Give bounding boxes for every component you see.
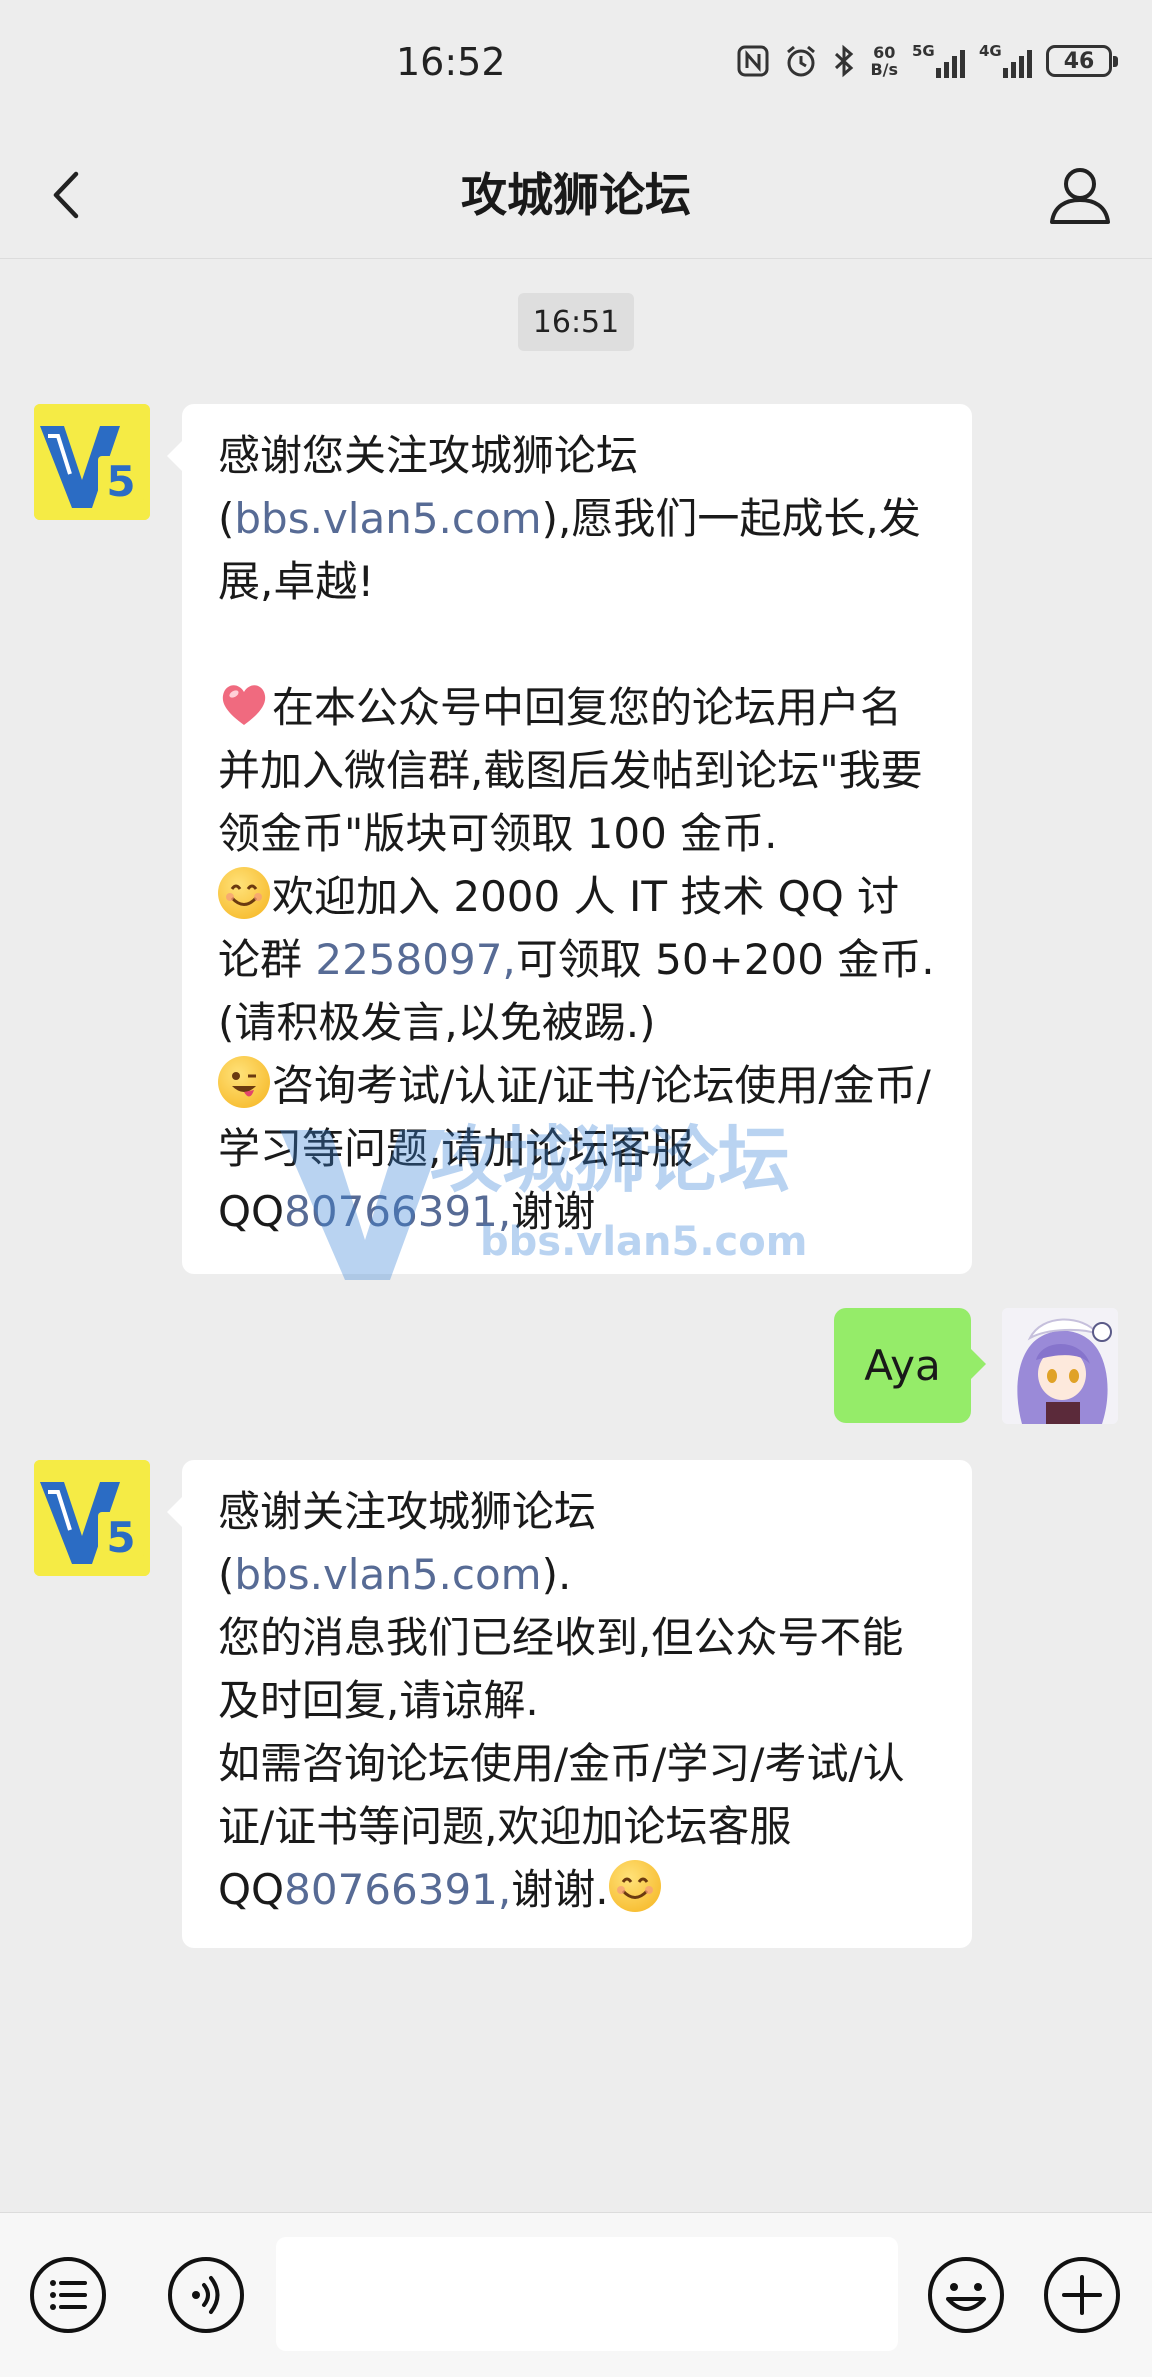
qq-group-link[interactable]: 2258097, [315,935,515,984]
voice-icon[interactable] [166,2255,246,2335]
wink-emoji-icon [218,1056,270,1108]
battery-indicator: 46 [1046,45,1118,77]
anime-girl-avatar-icon [1002,1308,1118,1424]
welcome-line-4: 咨询考试/认证/证书/论坛使用/金币/学习等问题,请加论坛客服 QQ807663… [218,1054,940,1243]
signal-4g-label: 4G [979,42,1002,60]
nav-bar: 攻城狮论坛 [0,132,1152,259]
net-speed: 60 B/s [870,44,898,78]
smile-emoji-icon [218,867,270,919]
reply-text-1b: ). [541,1550,572,1599]
signal-5g-icon: 5G [912,42,965,78]
status-bar: 16:52 60 B/s 5G 4G 46 [0,0,1152,132]
welcome-text-4b: 谢谢 [511,1187,596,1236]
reply-line-1: 感谢关注攻城狮论坛(bbs.vlan5.com). [218,1480,940,1606]
net-speed-value: 60 [873,43,896,62]
message-input[interactable] [276,2237,898,2351]
user-message-text: Aya [864,1341,941,1390]
status-time: 16:52 [396,40,506,84]
emoji-icon[interactable] [926,2255,1006,2335]
reply-text-3b: 谢谢. [511,1865,609,1914]
official-account-avatar[interactable]: 5 [34,404,150,520]
forum-link-2[interactable]: bbs.vlan5.com [234,1550,541,1599]
chat-timestamp: 16:51 [518,293,634,351]
user-message-bubble: Aya [834,1308,986,1423]
forum-link[interactable]: bbs.vlan5.com [234,494,541,543]
net-speed-unit: B/s [870,60,898,79]
nfc-icon [737,45,769,77]
welcome-line-1: 感谢您关注攻城狮论坛(bbs.vlan5.com),愿我们一起成长,发展,卓越! [218,424,940,613]
signal-4g-icon: 4G [979,42,1032,78]
svg-text:5: 5 [106,457,135,506]
heart-emoji-icon [222,685,266,725]
bottom-input-bar [0,2212,1152,2377]
status-icons: 60 B/s 5G 4G 46 [736,42,1118,78]
profile-button[interactable] [1044,158,1116,230]
plus-icon[interactable] [1042,2255,1122,2335]
signal-5g-label: 5G [912,42,935,60]
page-title: 攻城狮论坛 [461,168,691,222]
reply-line-3: 如需咨询论坛使用/金币/学习/考试/认证/证书等问题,欢迎加论坛客服 QQ807… [218,1732,940,1921]
battery-level: 46 [1063,48,1095,74]
smile-emoji-icon [608,1860,661,1912]
welcome-text-2: 在本公众号中回复您的论坛用户名并加入微信群,截图后发帖到论坛"我要领金币"版块可… [218,683,923,858]
qq-service-link[interactable]: 80766391, [284,1187,511,1236]
user-avatar[interactable] [1002,1308,1118,1424]
v5-logo-icon: 5 [34,404,150,520]
alarm-icon [787,45,816,77]
v5-logo-icon: 5 [34,1460,150,1576]
reply-line-2: 您的消息我们已经收到,但公众号不能及时回复,请谅解. [218,1613,904,1725]
qq-service-link-2[interactable]: 80766391, [284,1865,511,1914]
menu-list-icon[interactable] [28,2255,108,2335]
official-account-avatar-2[interactable]: 5 [34,1460,150,1576]
message-bubble-auto-reply: 感谢关注攻城狮论坛(bbs.vlan5.com). 您的消息我们已经收到,但公众… [167,1460,972,1948]
welcome-line-2: 在本公众号中回复您的论坛用户名并加入微信群,截图后发帖到论坛"我要领金币"版块可… [218,676,940,865]
bluetooth-icon [835,44,854,78]
svg-text:5: 5 [106,1513,135,1562]
message-bubble-welcome: 感谢您关注攻城狮论坛(bbs.vlan5.com),愿我们一起成长,发展,卓越!… [167,404,972,1274]
welcome-line-3: 欢迎加入 2000 人 IT 技术 QQ 讨论群 2258097,可领取 50+… [218,865,940,1054]
